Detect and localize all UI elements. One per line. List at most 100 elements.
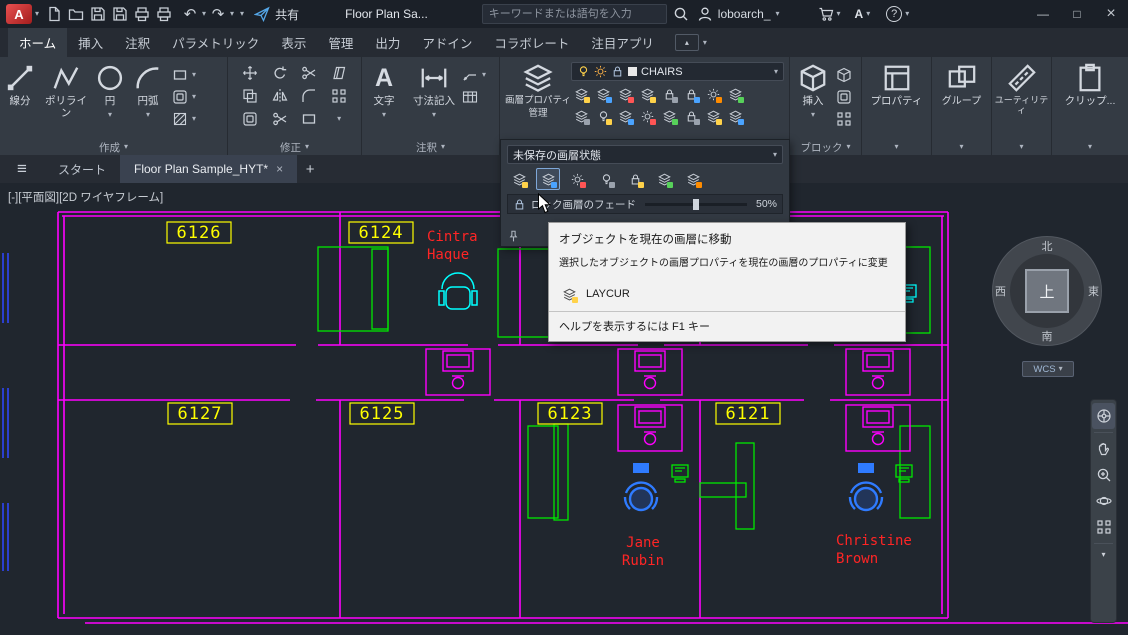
layer-off-icon[interactable] — [594, 168, 618, 190]
layer-freeze-icon[interactable] — [565, 168, 589, 190]
wcs-selector[interactable]: WCS ▾ — [1022, 361, 1074, 377]
copy-tool-icon[interactable] — [238, 88, 262, 104]
close-button[interactable]: × — [1094, 0, 1128, 28]
room-label-6125[interactable]: 6125 — [349, 402, 415, 425]
text-tool[interactable]: A 文字 ▾ — [362, 57, 406, 139]
save-as-icon[interactable] — [109, 1, 131, 27]
app-logo[interactable]: A — [6, 4, 32, 24]
file-tab-close-icon[interactable]: × — [276, 162, 283, 176]
flyout-pin-icon[interactable] — [507, 230, 520, 243]
tab-collaborate[interactable]: コラボレート — [483, 28, 580, 57]
chair-headrest[interactable] — [633, 463, 649, 473]
file-tab-drawing[interactable]: Floor Plan Sample_HYT* × — [120, 155, 298, 183]
move-tool-icon[interactable] — [238, 65, 262, 81]
offset-tool-icon[interactable] — [238, 111, 262, 127]
search-icon[interactable] — [673, 6, 689, 22]
search-input[interactable] — [488, 8, 660, 20]
groups-button[interactable]: グループ — [933, 57, 991, 139]
tab-manage[interactable]: 管理 — [317, 28, 364, 57]
print-icon[interactable] — [153, 1, 175, 27]
mirror-tool-icon[interactable] — [268, 88, 292, 104]
new-file-icon[interactable] — [43, 1, 65, 27]
store-cart-button[interactable]: ▾ — [818, 6, 841, 22]
undo-icon[interactable]: ↶ — [179, 1, 201, 27]
utilities-button[interactable]: ユーティリティ — [993, 57, 1051, 139]
room-label-6121[interactable]: 6121 — [715, 402, 781, 425]
viewcube[interactable]: 北 南 西 東 上 — [992, 236, 1102, 346]
panel-modify-label[interactable]: 修正 ▾ — [228, 139, 361, 155]
room-label-6127[interactable]: 6127 — [167, 402, 233, 425]
tab-view[interactable]: 表示 — [270, 28, 317, 57]
orbit-icon[interactable] — [1092, 488, 1115, 514]
viewcube-south[interactable]: 南 — [1042, 328, 1053, 344]
plot-icon[interactable] — [131, 1, 153, 27]
circle-tool[interactable]: 円 ▾ — [92, 57, 128, 139]
circle-caret-icon[interactable]: ▾ — [108, 110, 112, 119]
blue-edge-marks[interactable] — [2, 253, 9, 571]
array-tool-icon[interactable] — [327, 88, 351, 104]
line-tool[interactable]: 線分 — [0, 57, 40, 139]
layer-tool-icon[interactable] — [637, 107, 657, 125]
hamburger-menu-icon[interactable]: ≡ — [0, 155, 44, 183]
occupant-cintra-haque[interactable]: Cintra Haque — [427, 229, 478, 263]
layer-tool-icon[interactable] — [703, 85, 723, 103]
scale-tool-icon[interactable] — [298, 111, 322, 127]
arc-caret-icon[interactable]: ▾ — [146, 110, 150, 119]
insert-block-caret-icon[interactable]: ▾ — [811, 110, 815, 119]
rotate-tool-icon[interactable] — [268, 65, 292, 81]
tab-parametric[interactable]: パラメトリック — [161, 28, 270, 57]
block-edit-icon[interactable] — [836, 67, 856, 83]
ellipse-caret-icon[interactable]: ▾ — [192, 93, 204, 101]
layer-tool-icon[interactable] — [637, 85, 657, 103]
app-menu-caret-icon[interactable]: ▾ — [35, 10, 39, 18]
viewcube-west[interactable]: 西 — [995, 283, 1006, 299]
tab-featured-apps[interactable]: 注目アプリ — [580, 28, 665, 57]
viewcube-top-face[interactable]: 上 — [1025, 269, 1069, 313]
insert-block-tool[interactable]: 挿入 ▾ — [790, 57, 836, 139]
tab-annotate[interactable]: 注釈 — [114, 28, 161, 57]
fade-slider[interactable] — [645, 198, 747, 210]
layer-tool-icon[interactable] — [659, 107, 679, 125]
tab-output[interactable]: 出力 — [364, 28, 411, 57]
trim-tool-icon[interactable] — [298, 65, 322, 81]
block-attr-icon[interactable] — [836, 89, 856, 105]
layer-tool-icon[interactable] — [593, 107, 613, 125]
explode-tool-icon[interactable] — [268, 111, 292, 127]
table-tool-icon[interactable] — [462, 89, 482, 105]
undo-caret-icon[interactable]: ▾ — [202, 10, 206, 18]
search-box[interactable] — [481, 4, 667, 24]
room-label-6124[interactable]: 6124 — [348, 221, 414, 244]
layer-lock-icon[interactable] — [623, 168, 647, 190]
panel-clipboard-label[interactable]: ▾ — [1052, 139, 1128, 155]
panel-draw-label[interactable]: 作成 ▾ — [0, 139, 227, 155]
save-icon[interactable] — [87, 1, 109, 27]
polyline-tool[interactable]: ポリライン — [40, 57, 92, 139]
panel-properties-label[interactable]: ▾ — [862, 139, 931, 155]
hatch-caret-icon[interactable]: ▾ — [192, 115, 204, 123]
panel-block-label[interactable]: ブロック ▾ — [790, 139, 861, 155]
layer-walk-icon[interactable] — [681, 168, 705, 190]
redo-icon[interactable]: ↷ — [207, 1, 229, 27]
redo-caret-icon[interactable]: ▾ — [230, 10, 234, 18]
properties-button[interactable]: プロパティ — [865, 57, 929, 139]
ribbon-collapse-control[interactable]: ▴ ▾ — [674, 34, 707, 51]
room-label-6126[interactable]: 6126 — [166, 221, 232, 244]
tab-home[interactable]: ホーム — [8, 28, 68, 57]
autodesk-app-button[interactable]: A ▾ — [855, 7, 871, 21]
tab-addins[interactable]: アドイン — [411, 28, 483, 57]
block-define-icon[interactable] — [836, 111, 856, 127]
layer-tool-icon[interactable] — [615, 85, 635, 103]
rectangle-tool-icon[interactable] — [172, 67, 192, 83]
text-caret-icon[interactable]: ▾ — [382, 110, 386, 119]
viewcube-north[interactable]: 北 — [1042, 238, 1053, 254]
dimension-caret-icon[interactable]: ▾ — [432, 110, 436, 119]
layer-isolate-icon[interactable] — [507, 168, 531, 190]
ribbon-collapse-icon[interactable]: ▴ — [674, 34, 699, 51]
chair-headrest[interactable] — [858, 463, 874, 473]
room-label-6123[interactable]: 6123 — [537, 402, 603, 425]
leader-tool-icon[interactable] — [462, 67, 482, 83]
navbar-caret-icon[interactable]: ▾ — [1092, 547, 1115, 563]
dimension-tool[interactable]: 寸法記入 ▾ — [406, 57, 462, 139]
layer-tool-icon[interactable] — [571, 85, 591, 103]
panel-utilities-label[interactable]: ▾ — [992, 139, 1051, 155]
